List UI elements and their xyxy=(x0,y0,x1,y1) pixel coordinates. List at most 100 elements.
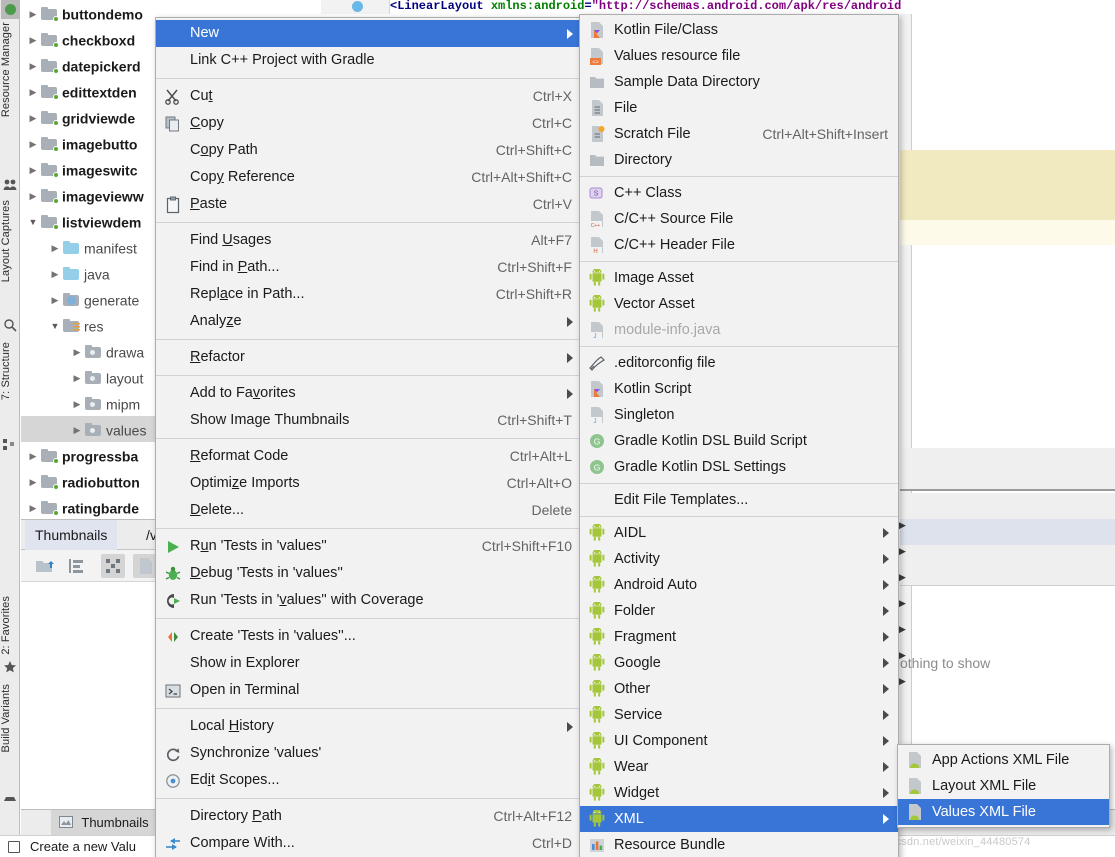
chevron-right-icon[interactable]: ▶ xyxy=(25,27,41,53)
chevron-right-icon[interactable]: ▶ xyxy=(25,53,41,79)
context-menu-item-find-usages[interactable]: Find Usages Alt+F7 xyxy=(156,227,582,254)
context-menu-item-create-tests-in-values[interactable]: Create 'Tests in 'values''... xyxy=(156,623,582,650)
context-menu-item-replace-in-path[interactable]: Replace in Path... Ctrl+Shift+R xyxy=(156,281,582,308)
new-submenu[interactable]: Kotlin File/Class <> Values resource file S… xyxy=(579,14,899,857)
context-menu-item-link-c-project-with-gradle[interactable]: Link C++ Project with Gradle xyxy=(156,47,582,74)
tree-expander-icon[interactable]: ▶ xyxy=(899,598,909,608)
new-submenu-item-values-resource-file[interactable]: <> Values resource file xyxy=(580,43,898,69)
chevron-right-icon[interactable]: ▶ xyxy=(69,391,85,417)
new-submenu-item-ui-component[interactable]: UI Component xyxy=(580,728,898,754)
context-menu-item-new[interactable]: New xyxy=(156,20,582,47)
tree-expander-icon[interactable]: ▶ xyxy=(899,546,909,556)
tree-expander-icon[interactable]: ▶ xyxy=(899,676,909,686)
chevron-right-icon[interactable]: ▶ xyxy=(25,105,41,131)
new-submenu-item-gradle-kotlin-dsl-build-script[interactable]: G Gradle Kotlin DSL Build Script xyxy=(580,428,898,454)
context-menu-item-find-in-path[interactable]: Find in Path... Ctrl+Shift+F xyxy=(156,254,582,281)
tab-thumbnails[interactable]: Thumbnails xyxy=(25,520,118,550)
resource-manager-icon[interactable] xyxy=(1,0,20,19)
xml-submenu[interactable]: App Actions XML File Layout XML File Value… xyxy=(897,744,1110,828)
xml-submenu-item-values-xml-file[interactable]: Values XML File xyxy=(898,799,1109,825)
sidebar-item-structure[interactable]: 7: Structure xyxy=(0,342,20,400)
chevron-right-icon[interactable]: ▶ xyxy=(25,183,41,209)
new-submenu-item-vector-asset[interactable]: Vector Asset xyxy=(580,291,898,317)
new-submenu-item-kotlin-file-class[interactable]: Kotlin File/Class xyxy=(580,17,898,43)
new-submenu-item-service[interactable]: Service xyxy=(580,702,898,728)
chevron-right-icon[interactable]: ▶ xyxy=(47,235,63,261)
context-menu-item-show-in-explorer[interactable]: Show in Explorer xyxy=(156,650,582,677)
tree-expander-icon[interactable]: ▶ xyxy=(899,520,909,530)
chevron-right-icon[interactable]: ▶ xyxy=(25,79,41,105)
chevron-right-icon[interactable]: ▶ xyxy=(25,495,41,519)
context-menu-item-add-to-favorites[interactable]: Add to Favorites xyxy=(156,380,582,407)
xml-submenu-item-app-actions-xml-file[interactable]: App Actions XML File xyxy=(898,747,1109,773)
new-submenu-item-sample-data-directory[interactable]: Sample Data Directory xyxy=(580,69,898,95)
new-submenu-item-c-class[interactable]: S C++ Class xyxy=(580,180,898,206)
context-menu-item-optimize-imports[interactable]: Optimize Imports Ctrl+Alt+O xyxy=(156,470,582,497)
attribute-row-selected[interactable] xyxy=(900,519,1115,545)
new-submenu-item-directory[interactable]: Directory xyxy=(580,147,898,173)
chevron-right-icon[interactable]: ▶ xyxy=(69,365,85,391)
copy-file-icon[interactable] xyxy=(133,554,157,578)
new-submenu-item-file[interactable]: File xyxy=(580,95,898,121)
bottom-item-thumbnails[interactable]: Thumbnails xyxy=(51,810,157,836)
chevron-right-icon[interactable]: ▶ xyxy=(25,469,41,495)
breakpoint-icon[interactable] xyxy=(352,1,363,12)
new-submenu-item-editorconfig-file[interactable]: .editorconfig file xyxy=(580,350,898,376)
chevron-right-icon[interactable]: ▶ xyxy=(69,417,85,443)
chevron-down-icon[interactable]: ▼ xyxy=(25,209,41,235)
new-submenu-item-wear[interactable]: Wear xyxy=(580,754,898,780)
chevron-right-icon[interactable]: ▶ xyxy=(69,339,85,365)
sidebar-item-build-variants[interactable]: Build Variants xyxy=(0,684,20,752)
new-submenu-item-c-c-header-file[interactable]: H C/C++ Header File xyxy=(580,232,898,258)
expand-icon[interactable] xyxy=(101,554,125,578)
context-menu-item-show-image-thumbnails[interactable]: Show Image Thumbnails Ctrl+Shift+T xyxy=(156,407,582,434)
context-menu-item-copy[interactable]: Copy Ctrl+C xyxy=(156,110,582,137)
new-submenu-item-edit-file-templates[interactable]: Edit File Templates... xyxy=(580,487,898,513)
new-submenu-item-android-auto[interactable]: Android Auto xyxy=(580,572,898,598)
new-submenu-item-singleton[interactable]: J Singleton xyxy=(580,402,898,428)
chevron-right-icon[interactable]: ▶ xyxy=(25,131,41,157)
chevron-right-icon[interactable]: ▶ xyxy=(47,287,63,313)
tree-expander-icon[interactable]: ▶ xyxy=(899,572,909,582)
hierarchy-icon[interactable] xyxy=(65,554,89,578)
new-submenu-item-module-info-java[interactable]: Jmodule-info.java xyxy=(580,317,898,343)
new-submenu-item-other[interactable]: Other xyxy=(580,676,898,702)
new-submenu-item-image-asset[interactable]: Image Asset xyxy=(580,265,898,291)
xml-submenu-item-layout-xml-file[interactable]: Layout XML File xyxy=(898,773,1109,799)
new-submenu-item-resource-bundle[interactable]: Resource Bundle xyxy=(580,832,898,857)
context-menu-item-cut[interactable]: Cut Ctrl+X xyxy=(156,83,582,110)
context-menu[interactable]: New Link C++ Project with Gradle Cut Ctrl+X… xyxy=(155,17,583,857)
upload-folder-icon[interactable] xyxy=(33,554,57,578)
chevron-right-icon[interactable]: ▶ xyxy=(25,443,41,469)
context-menu-item-edit-scopes[interactable]: Edit Scopes... xyxy=(156,767,582,794)
chevron-right-icon[interactable]: ▶ xyxy=(47,261,63,287)
sidebar-item-favorites[interactable]: 2: Favorites xyxy=(0,596,20,655)
new-submenu-item-folder[interactable]: Folder xyxy=(580,598,898,624)
sidebar-item-layout-captures[interactable]: Layout Captures xyxy=(0,200,20,282)
new-submenu-item-kotlin-script[interactable]: Kotlin Script xyxy=(580,376,898,402)
new-submenu-item-scratch-file[interactable]: Scratch File Ctrl+Alt+Shift+Insert xyxy=(580,121,898,147)
context-menu-item-refactor[interactable]: Refactor xyxy=(156,344,582,371)
context-menu-item-directory-path[interactable]: Directory Path Ctrl+Alt+F12 xyxy=(156,803,582,830)
chevron-right-icon[interactable]: ▶ xyxy=(25,157,41,183)
context-menu-item-synchronize-values[interactable]: Synchronize 'values' xyxy=(156,740,582,767)
new-submenu-item-fragment[interactable]: Fragment xyxy=(580,624,898,650)
context-menu-item-run-tests-in-values-with-coverage[interactable]: Run 'Tests in 'values'' with Coverage xyxy=(156,587,582,614)
chevron-right-icon[interactable]: ▶ xyxy=(25,1,41,27)
context-menu-item-open-in-terminal[interactable]: Open in Terminal xyxy=(156,677,582,704)
context-menu-item-reformat-code[interactable]: Reformat Code Ctrl+Alt+L xyxy=(156,443,582,470)
context-menu-item-paste[interactable]: Paste Ctrl+V xyxy=(156,191,582,218)
new-submenu-item-activity[interactable]: Activity xyxy=(580,546,898,572)
new-submenu-item-c-c-source-file[interactable]: C++ C/C++ Source File xyxy=(580,206,898,232)
new-submenu-item-gradle-kotlin-dsl-settings[interactable]: G Gradle Kotlin DSL Settings xyxy=(580,454,898,480)
sidebar-item-resource-manager[interactable]: Resource Manager xyxy=(0,22,20,117)
context-menu-item-debug-tests-in-values[interactable]: Debug 'Tests in 'values'' xyxy=(156,560,582,587)
context-menu-item-analyze[interactable]: Analyze xyxy=(156,308,582,335)
chevron-down-icon[interactable]: ▼ xyxy=(47,313,63,339)
context-menu-item-local-history[interactable]: Local History xyxy=(156,713,582,740)
context-menu-item-copy-path[interactable]: Copy Path Ctrl+Shift+C xyxy=(156,137,582,164)
context-menu-item-delete[interactable]: Delete... Delete xyxy=(156,497,582,524)
new-submenu-item-xml[interactable]: XML xyxy=(580,806,898,832)
new-submenu-item-aidl[interactable]: AIDL xyxy=(580,520,898,546)
new-submenu-item-widget[interactable]: Widget xyxy=(580,780,898,806)
